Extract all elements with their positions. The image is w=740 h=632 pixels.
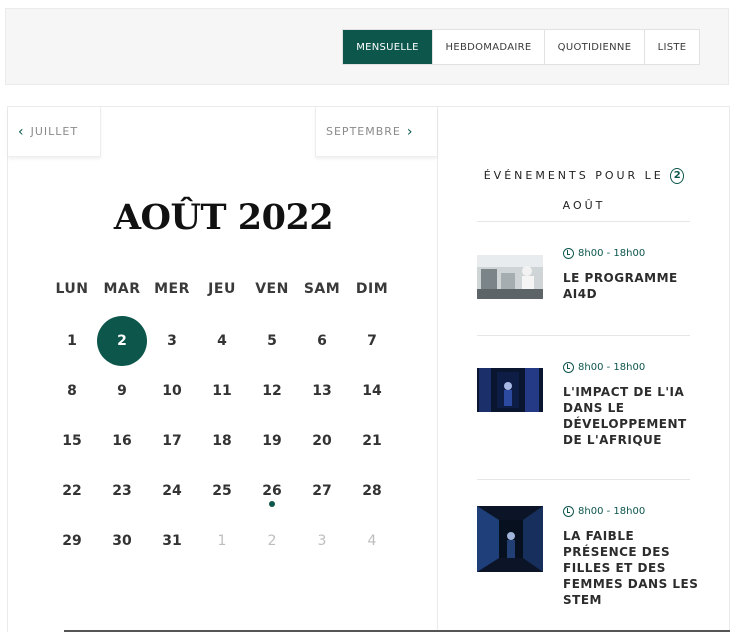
day-cell-next-month[interactable]: 2 xyxy=(247,516,297,566)
day-cell[interactable]: 5 xyxy=(247,316,297,366)
week-row: 22 23 24 25 26 27 28 xyxy=(47,466,397,516)
day-cell[interactable]: 20 xyxy=(297,416,347,466)
week-row: 1 2 3 4 5 6 7 xyxy=(47,316,397,366)
events-panel: ÉVÉNEMENTS POUR LE 2 AOÛT 8h00 - 18h00 L… xyxy=(438,106,730,632)
day-cell[interactable]: 1 xyxy=(47,316,97,366)
view-list-button[interactable]: LISTE xyxy=(645,30,699,64)
weekday-label: JEU xyxy=(208,281,236,297)
day-cell[interactable]: 19 xyxy=(247,416,297,466)
next-month-button[interactable]: SEPTEMBRE › xyxy=(315,107,437,157)
view-switcher-panel: MENSUELLE HEBDOMADAIRE QUOTIDIENNE LISTE xyxy=(5,8,729,85)
day-cell[interactable]: 21 xyxy=(347,416,397,466)
day-cell[interactable]: 13 xyxy=(297,366,347,416)
event-title[interactable]: L'IMPACT DE L'IA DANS LE DÉVELOPPEMENT D… xyxy=(563,384,703,448)
previous-month-label: JUILLET xyxy=(30,125,79,138)
event-time-text: 8h00 - 18h00 xyxy=(578,362,646,373)
event-time: 8h00 - 18h00 xyxy=(563,362,645,373)
day-cell[interactable]: 25 xyxy=(197,466,247,516)
day-cell[interactable]: 27 xyxy=(297,466,347,516)
day-cell[interactable]: 6 xyxy=(297,316,347,366)
day-cell[interactable]: 22 xyxy=(47,466,97,516)
day-cell[interactable]: 7 xyxy=(347,316,397,366)
event-thumbnail[interactable] xyxy=(477,506,543,572)
week-row: 8 9 10 11 12 13 14 xyxy=(47,366,397,416)
day-cell[interactable]: 17 xyxy=(147,416,197,466)
day-cell[interactable]: 28 xyxy=(347,466,397,516)
event-thumbnail[interactable] xyxy=(477,368,543,412)
day-cell[interactable]: 4 xyxy=(197,316,247,366)
weekday-label: LUN xyxy=(55,281,89,297)
divider xyxy=(477,335,690,336)
day-cell[interactable]: 8 xyxy=(47,366,97,416)
weekday-label: MAR xyxy=(103,281,141,297)
day-cell[interactable]: 11 xyxy=(197,366,247,416)
day-cell[interactable]: 16 xyxy=(97,416,147,466)
event-time-text: 8h00 - 18h00 xyxy=(578,248,646,259)
view-daily-button[interactable]: QUOTIDIENNE xyxy=(545,30,645,64)
events-header-prefix: ÉVÉNEMENTS POUR LE xyxy=(483,169,664,182)
clock-icon xyxy=(563,248,574,259)
view-weekly-button[interactable]: HEBDOMADAIRE xyxy=(433,30,545,64)
clock-icon xyxy=(563,506,574,517)
weekday-label: SAM xyxy=(303,281,341,297)
day-cell-next-month[interactable]: 1 xyxy=(197,516,247,566)
day-cell[interactable]: 12 xyxy=(247,366,297,416)
event-title[interactable]: LA FAIBLE PRÉSENCE DES FILLES ET DES FEM… xyxy=(563,528,703,608)
day-cell[interactable]: 30 xyxy=(97,516,147,566)
day-cell[interactable]: 10 xyxy=(147,366,197,416)
calendar-panel: ‹ JUILLET SEPTEMBRE › AOÛT 2022 LUN MAR … xyxy=(7,106,438,632)
events-header: ÉVÉNEMENTS POUR LE 2 AOÛT xyxy=(438,161,730,221)
day-cell-selected[interactable]: 2 xyxy=(97,316,147,366)
day-cell[interactable]: 24 xyxy=(147,466,197,516)
day-cell[interactable]: 31 xyxy=(147,516,197,566)
day-cell-with-event[interactable]: 26 xyxy=(247,466,297,516)
previous-month-button[interactable]: ‹ JUILLET xyxy=(8,107,101,157)
day-cell[interactable]: 14 xyxy=(347,366,397,416)
event-time: 8h00 - 18h00 xyxy=(563,506,645,517)
weekday-label: DIM xyxy=(355,281,389,297)
view-monthly-button[interactable]: MENSUELLE xyxy=(343,30,433,64)
divider xyxy=(477,479,690,480)
event-indicator-dot xyxy=(269,501,275,507)
chevron-left-icon: ‹ xyxy=(18,123,25,140)
day-cell[interactable]: 18 xyxy=(197,416,247,466)
clock-icon xyxy=(563,362,574,373)
day-cell[interactable]: 9 xyxy=(97,366,147,416)
events-header-month: AOÛT xyxy=(562,199,606,212)
weekday-header: LUN MAR MER JEU VEN SAM DIM xyxy=(47,281,397,297)
day-cell-next-month[interactable]: 3 xyxy=(297,516,347,566)
weekday-label: VEN xyxy=(255,281,289,297)
day-cell[interactable]: 15 xyxy=(47,416,97,466)
day-cell-next-month[interactable]: 4 xyxy=(347,516,397,566)
view-switcher: MENSUELLE HEBDOMADAIRE QUOTIDIENNE LISTE xyxy=(342,29,700,65)
week-row: 29 30 31 1 2 3 4 xyxy=(47,516,397,566)
event-title[interactable]: LE PROGRAMME AI4D xyxy=(563,270,703,302)
month-title: AOÛT 2022 xyxy=(113,197,334,238)
event-time-text: 8h00 - 18h00 xyxy=(578,506,646,517)
selected-day-badge: 2 xyxy=(670,168,685,184)
divider xyxy=(477,221,690,222)
week-row: 15 16 17 18 19 20 21 xyxy=(47,416,397,466)
weekday-label: MER xyxy=(154,281,190,297)
next-month-label: SEPTEMBRE xyxy=(326,125,401,138)
day-cell[interactable]: 29 xyxy=(47,516,97,566)
event-time: 8h00 - 18h00 xyxy=(563,248,645,259)
day-cell[interactable]: 23 xyxy=(97,466,147,516)
day-cell[interactable]: 3 xyxy=(147,316,197,366)
event-thumbnail[interactable] xyxy=(477,255,543,299)
chevron-right-icon: › xyxy=(406,123,414,140)
